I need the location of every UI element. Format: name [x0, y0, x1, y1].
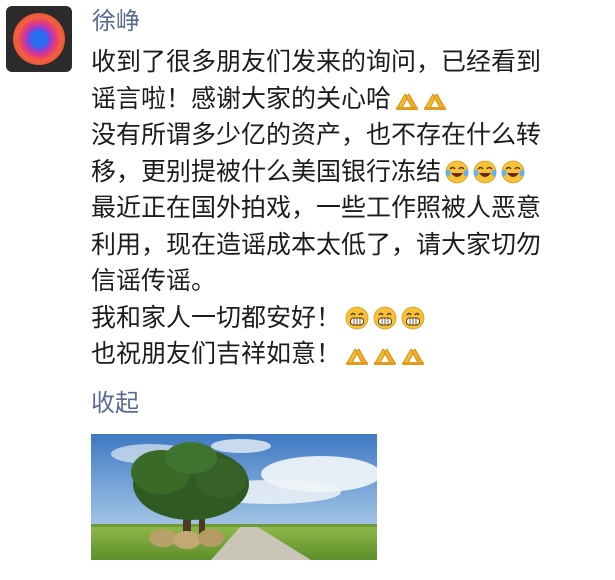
author-avatar[interactable] — [6, 6, 72, 72]
post-line-text: 谣言啦！感谢大家的关心哈 — [91, 83, 392, 113]
post-line: 我和家人一切都安好！ — [91, 300, 611, 337]
post-line: 也祝朋友们吉祥如意！ — [91, 336, 611, 373]
post-line: 谣言啦！感谢大家的关心哈 — [91, 81, 611, 118]
post-text: 收到了很多朋友们发来的询问，已经看到 谣言啦！感谢大家的关心哈没有所谓多少亿的资产… — [91, 44, 611, 373]
emoji-group — [344, 341, 428, 367]
landscape-tree-photo — [91, 434, 377, 560]
post-line-text: 我和家人一切都安好！ — [91, 302, 342, 332]
post-photo[interactable] — [91, 434, 377, 560]
emoji-group — [444, 159, 528, 185]
post-line-text: 利用，现在造谣成本太低了，请大家切勿 — [91, 229, 542, 259]
post-line-text: 收到了很多朋友们发来的询问，已经看到 — [91, 47, 542, 76]
author-name[interactable]: 徐峥 — [92, 6, 140, 36]
grinning-face-icon — [372, 305, 398, 331]
laughing-tears-icon — [472, 159, 498, 185]
folded-hands-icon — [422, 86, 448, 112]
laughing-tears-icon — [500, 159, 526, 185]
post-line-text: 最近正在国外拍戏，一些工作照被人恶意 — [91, 193, 542, 222]
colorful-ring-avatar-icon — [13, 13, 65, 65]
grinning-face-icon — [400, 305, 426, 331]
folded-hands-icon — [400, 341, 426, 367]
post-line-text: 信谣传谣。 — [91, 266, 217, 295]
post-line-text: 没有所谓多少亿的资产，也不存在什么转 — [91, 120, 542, 149]
post-line: 信谣传谣。 — [91, 263, 611, 300]
post-line-text: 也祝朋友们吉祥如意！ — [91, 339, 342, 368]
folded-hands-icon — [344, 341, 370, 367]
grinning-face-icon — [344, 305, 370, 331]
folded-hands-icon — [394, 86, 420, 112]
emoji-group — [344, 305, 428, 331]
post-line: 移，更别提被什么美国银行冻结 — [91, 154, 611, 191]
post-line: 利用，现在造谣成本太低了，请大家切勿 — [91, 227, 611, 264]
emoji-group — [394, 86, 450, 112]
post-line-text: 移，更别提被什么美国银行冻结 — [91, 156, 442, 186]
post-line: 收到了很多朋友们发来的询问，已经看到 — [91, 44, 611, 81]
laughing-tears-icon — [444, 159, 470, 185]
post-line: 没有所谓多少亿的资产，也不存在什么转 — [91, 117, 611, 154]
folded-hands-icon — [372, 341, 398, 367]
collapse-link[interactable]: 收起 — [91, 388, 139, 418]
post-line: 最近正在国外拍戏，一些工作照被人恶意 — [91, 190, 611, 227]
